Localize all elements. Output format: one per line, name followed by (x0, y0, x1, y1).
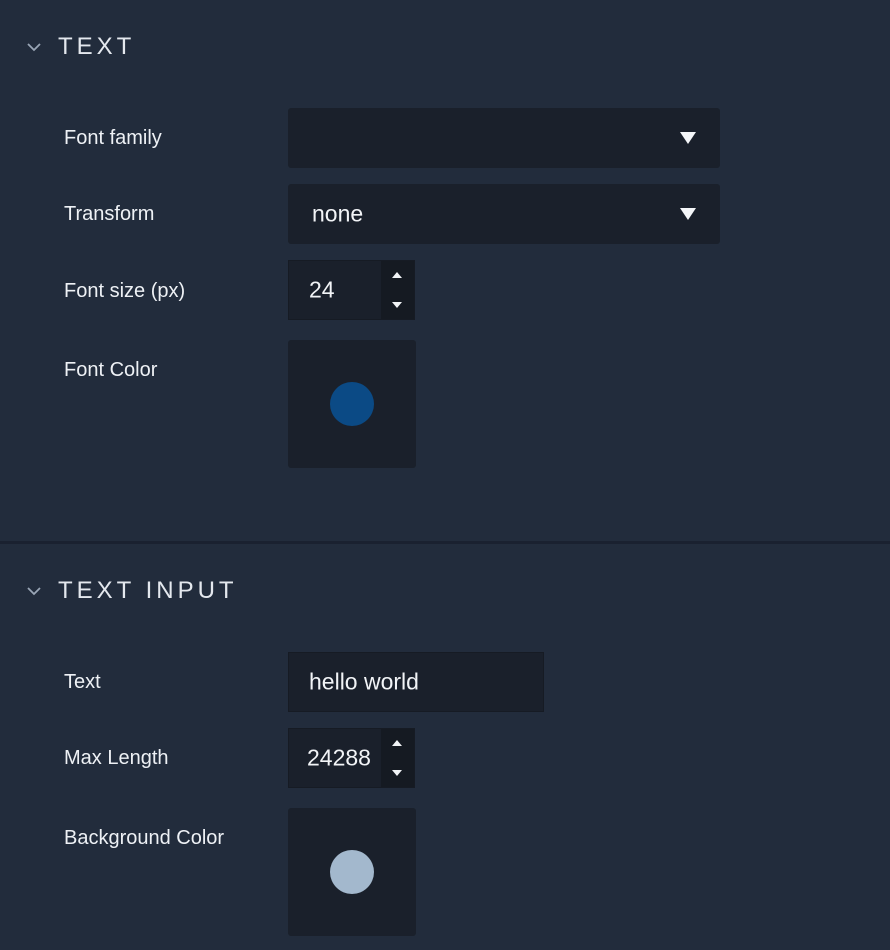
max-length-value[interactable]: 24288 (307, 745, 371, 772)
max-length-label: Max Length (64, 747, 169, 769)
stepper-buttons (381, 729, 414, 787)
text-section-header[interactable]: TEXT (24, 27, 135, 67)
max-length-stepper[interactable]: 24288 (288, 728, 415, 788)
stepper-buttons (381, 261, 414, 319)
font-size-value[interactable]: 24 (309, 277, 335, 304)
font-size-label: Font size (px) (64, 280, 186, 302)
section-title: TEXT (58, 33, 136, 60)
text-input-section: TEXT INPUT Text hello world Max Length 2… (0, 544, 890, 950)
text-label: Text (64, 671, 101, 693)
font-color-label: Font Color (64, 359, 158, 381)
transform-label: Transform (64, 203, 155, 225)
section-title: TEXT INPUT (58, 577, 238, 604)
text-input-section-header[interactable]: TEXT INPUT (24, 571, 238, 611)
dropdown-arrow-icon (680, 208, 696, 220)
dropdown-arrow-icon (680, 132, 696, 144)
decrement-arrow-icon[interactable] (381, 290, 414, 319)
background-color-picker[interactable] (288, 808, 416, 936)
text-section: TEXT Font family Transform none Font siz… (0, 0, 890, 541)
background-color-swatch (330, 850, 374, 894)
font-color-swatch (330, 382, 374, 426)
font-size-stepper[interactable]: 24 (288, 260, 415, 320)
decrement-arrow-icon[interactable] (381, 758, 414, 787)
increment-arrow-icon[interactable] (381, 729, 414, 758)
transform-select[interactable]: none (288, 184, 720, 244)
text-field[interactable]: hello world (288, 652, 544, 712)
text-field-value[interactable]: hello world (309, 669, 419, 696)
chevron-down-icon[interactable] (24, 581, 44, 601)
font-family-select[interactable] (288, 108, 720, 168)
transform-value: none (312, 200, 364, 227)
increment-arrow-icon[interactable] (381, 261, 414, 290)
background-color-label: Background Color (64, 827, 225, 849)
font-color-picker[interactable] (288, 340, 416, 468)
font-family-label: Font family (64, 127, 162, 149)
chevron-down-icon[interactable] (24, 37, 44, 57)
